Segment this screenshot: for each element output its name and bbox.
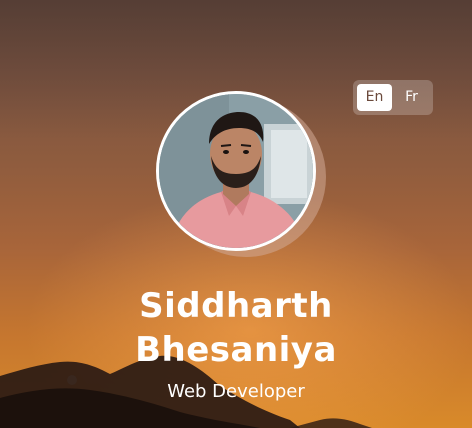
person-icon — [159, 94, 313, 248]
language-switcher: En Fr — [353, 80, 433, 115]
profile-name-first: Siddharth — [139, 286, 333, 326]
hero-card: En Fr Siddharth Bhesaniya Web Developer — [0, 0, 472, 428]
profile-name-last: Bhesaniya — [135, 330, 337, 370]
profile-role: Web Developer — [167, 381, 305, 402]
language-option-en[interactable]: En — [357, 84, 392, 111]
profile-photo — [156, 91, 316, 251]
language-option-fr[interactable]: Fr — [394, 84, 429, 111]
avatar — [156, 91, 316, 251]
